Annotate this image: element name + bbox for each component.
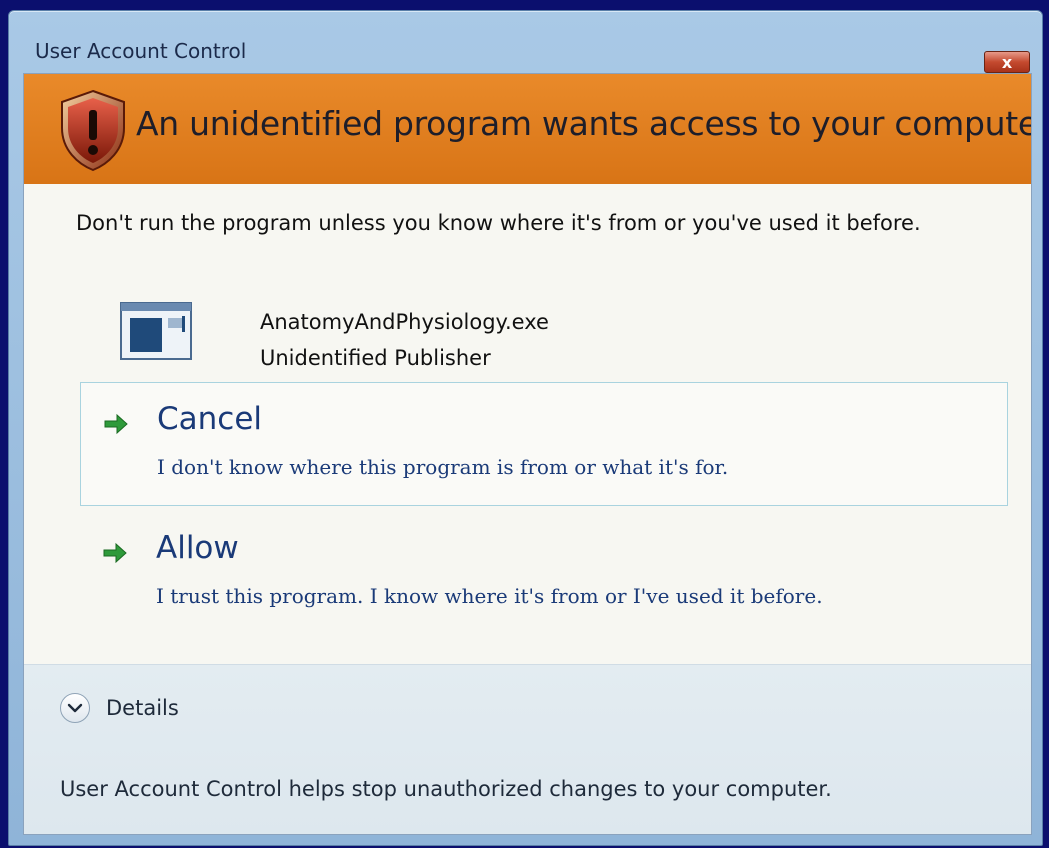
chevron-down-icon[interactable] xyxy=(60,693,90,723)
footer-text: User Account Control helps stop unauthor… xyxy=(60,777,832,801)
program-publisher: Unidentified Publisher xyxy=(260,346,491,370)
title-bar[interactable]: User Account Control x xyxy=(9,11,1042,73)
details-section: Details User Account Control helps stop … xyxy=(24,664,1031,834)
close-button[interactable]: x xyxy=(984,51,1030,73)
cancel-description: I don't know where this program is from … xyxy=(157,455,729,479)
cancel-option-button[interactable]: Cancel I don't know where this program i… xyxy=(80,382,1008,506)
uac-dialog: User Account Control x An unidentified p… xyxy=(8,10,1043,846)
cancel-title: Cancel xyxy=(157,401,263,437)
details-label: Details xyxy=(106,696,179,720)
window-title: User Account Control xyxy=(35,39,247,63)
close-icon: x xyxy=(1001,52,1013,72)
allow-option-button[interactable]: Allow I trust this program. I know where… xyxy=(80,512,1008,636)
banner-heading: An unidentified program wants access to … xyxy=(136,104,1032,143)
green-arrow-icon xyxy=(104,413,128,435)
program-window-icon xyxy=(120,302,192,360)
shield-warning-icon xyxy=(61,89,125,172)
details-toggle[interactable]: Details xyxy=(60,693,179,723)
warning-text: Don't run the program unless you know wh… xyxy=(76,211,921,235)
program-name: AnatomyAndPhysiology.exe xyxy=(260,310,549,334)
allow-title: Allow xyxy=(156,530,239,566)
green-arrow-icon xyxy=(103,542,127,564)
dialog-content: An unidentified program wants access to … xyxy=(23,73,1032,835)
warning-banner: An unidentified program wants access to … xyxy=(24,74,1031,184)
allow-description: I trust this program. I know where it's … xyxy=(156,584,823,608)
